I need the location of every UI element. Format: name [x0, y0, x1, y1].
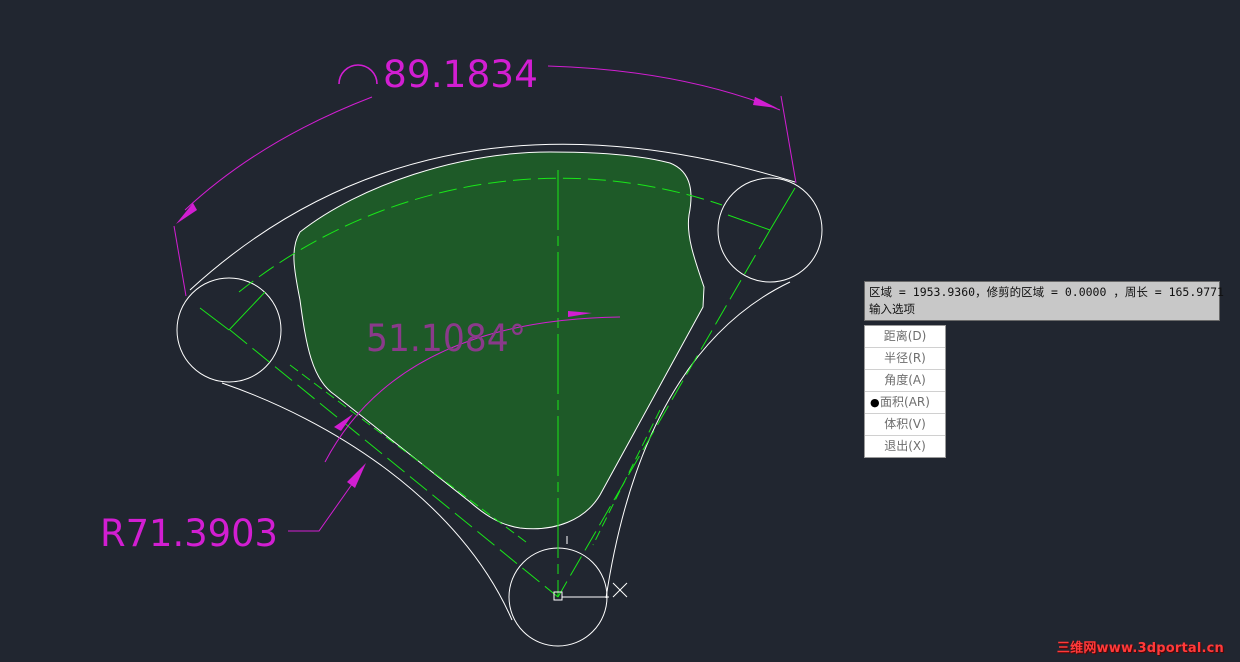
menu-option-label: 面积(AR) — [880, 395, 930, 409]
menu-option-label: 退出(X) — [884, 439, 926, 453]
menu-option-radius[interactable]: 半径(R) — [865, 348, 945, 370]
menu-option-volume[interactable]: 体积(V) — [865, 414, 945, 436]
measure-result-tooltip: 区域 = 1953.9360，修剪的区域 = 0.0000 ，周长 = 165.… — [864, 281, 1224, 321]
drawing-viewport[interactable]: 89.1834 51.1084° R71.3903 — [0, 0, 1240, 662]
menu-option-label: 距离(D) — [883, 329, 927, 343]
radius-dimension-text: R71.3903 — [100, 512, 278, 555]
site-watermark: 三维网www.3dportal.cn — [1056, 641, 1224, 656]
selected-bullet-icon: ● — [870, 396, 880, 409]
arc-symbol-icon — [338, 64, 378, 85]
menu-option-area[interactable]: ● 面积(AR) — [865, 392, 945, 414]
input-option-prompt: 输入选项 — [869, 302, 915, 316]
menu-option-exit[interactable]: 退出(X) — [865, 436, 945, 457]
menu-option-angle[interactable]: 角度(A) — [865, 370, 945, 392]
measure-options-menu: 距离(D) 半径(R) 角度(A) ● 面积(AR) 体积(V) 退出(X) — [864, 325, 946, 458]
menu-option-label: 半径(R) — [884, 351, 926, 365]
drawing-canvas[interactable]: 89.1834 51.1084° R71.3903 — [0, 0, 1240, 662]
angle-dimension-text: 51.1084° — [366, 317, 526, 360]
menu-option-label: 角度(A) — [884, 373, 926, 387]
menu-option-distance[interactable]: 距离(D) — [865, 326, 945, 348]
arc-length-dimension-text: 89.1834 — [383, 53, 538, 96]
menu-option-label: 体积(V) — [884, 417, 926, 431]
measure-result-text: 区域 = 1953.9360，修剪的区域 = 0.0000 ，周长 = 165.… — [869, 285, 1224, 299]
